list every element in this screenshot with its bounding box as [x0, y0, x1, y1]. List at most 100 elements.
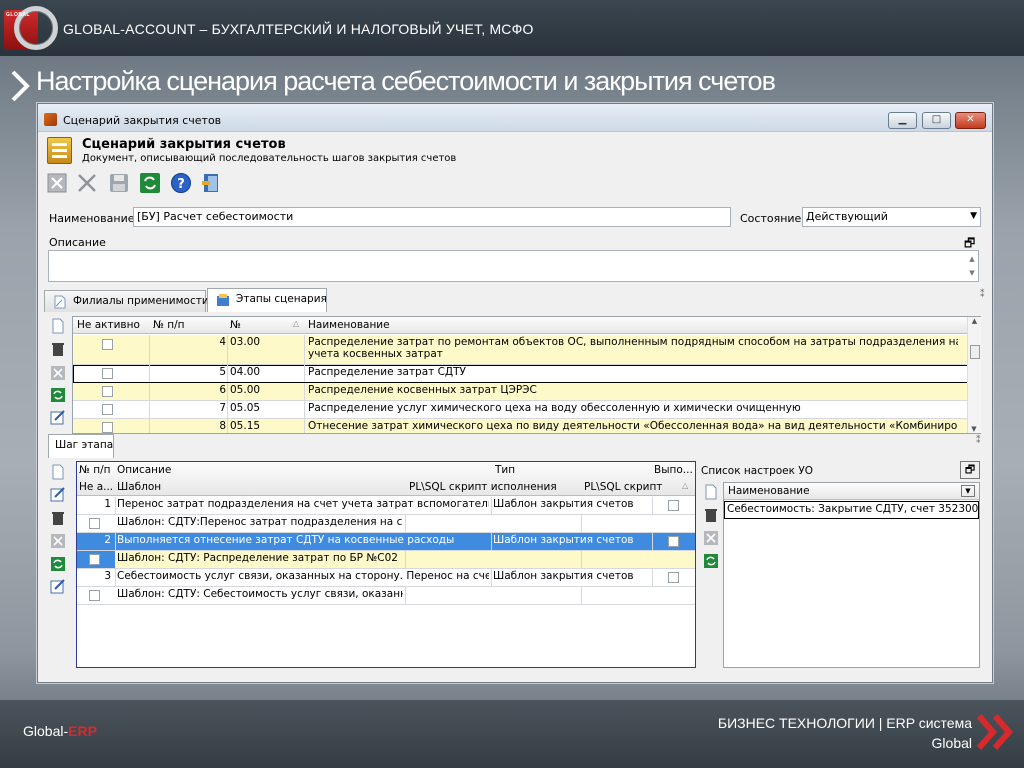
steps-grid: № п/п Описание Тип Выпо... Не а... Шабло…: [76, 461, 696, 668]
setting-row[interactable]: Себестоимость: Закрытие СДТУ, счет 35230…: [724, 501, 979, 519]
col-step-plsql-exec[interactable]: PL\SQL скрипт исполнения: [409, 481, 557, 493]
stage-name: Распределение затрат СДТУ: [308, 366, 466, 378]
step-seq: 2: [104, 534, 111, 546]
window-title-bar[interactable]: Сценарий закрытия счетов ▁ □ ✕: [38, 104, 992, 132]
chevron-down-icon[interactable]: ▼: [961, 485, 975, 497]
step-type: Шаблон закрытия счетов: [493, 534, 634, 546]
stage-seq: 4: [219, 336, 226, 348]
col-step-plsql2[interactable]: PL\SQL скрипт ...: [584, 481, 666, 493]
settings-grid: Наименование ▼ Себестоимость: Закрытие С…: [723, 482, 980, 668]
step-template-row[interactable]: Шаблон: СДТУ: Распределение затрат по БР…: [77, 551, 695, 569]
col-setting-name[interactable]: Наименование: [728, 485, 810, 497]
stage-name-cont: учета косвенных затрат: [308, 348, 443, 360]
stage-row[interactable]: 4 03.00 Распределение затрат по ремонтам о…: [73, 335, 968, 365]
settings-panel-title: Список настроек УО: [701, 465, 813, 477]
settings-panel-header: Список настроек УО 🗗: [699, 461, 981, 479]
col-step-desc[interactable]: Описание: [117, 464, 171, 476]
refresh-steps-icon[interactable]: [50, 556, 66, 572]
add-setting-icon[interactable]: [703, 484, 719, 500]
step-exec-checkbox[interactable]: [668, 572, 679, 583]
stage-row[interactable]: 6 05.00 Распределение косвенных затрат ЦЭР…: [73, 383, 968, 401]
trash-step-icon[interactable]: [50, 510, 66, 526]
trash-icon[interactable]: [50, 341, 66, 357]
col-inactive[interactable]: Не активно: [77, 319, 147, 331]
chevron-down-icon: ▼: [970, 211, 977, 221]
col-step-exec[interactable]: Выпо...: [654, 464, 694, 476]
edit-step-icon[interactable]: [50, 486, 66, 502]
step-row[interactable]: 2 Выполняется отнесение затрат СДТУ на ко…: [77, 533, 695, 551]
stages-scrollbar[interactable]: ▲ ▼: [967, 317, 981, 433]
refresh-settings-icon[interactable]: [703, 553, 719, 569]
footer-tagline: БИЗНЕС ТЕХНОЛОГИИ | ERP система Global: [718, 713, 972, 753]
maximize-button[interactable]: □: [922, 112, 951, 129]
step-inactive-checkbox[interactable]: [89, 518, 100, 529]
trash-setting-icon[interactable]: [703, 507, 719, 523]
col-seq[interactable]: № п/п: [153, 319, 223, 331]
col-step-inactive[interactable]: Не а...: [79, 481, 115, 493]
stage-num: 05.15: [230, 420, 261, 432]
col-step-seq[interactable]: № п/п: [79, 464, 111, 476]
col-name[interactable]: Наименование: [308, 319, 908, 331]
restore-panel-icon[interactable]: 🗗: [960, 461, 980, 479]
sort-asc-icon: △: [682, 481, 689, 490]
delete-icon[interactable]: [76, 172, 98, 194]
description-label: Описание: [49, 236, 106, 249]
footer-brand-accent: ERP: [68, 723, 97, 739]
edit-row-icon[interactable]: [50, 409, 66, 425]
cancel-edit-icon[interactable]: [46, 172, 68, 194]
state-select[interactable]: Действующий ▼: [802, 207, 981, 227]
steps-side-toolbar: [48, 462, 70, 594]
step-inactive-checkbox[interactable]: [89, 590, 100, 601]
help-icon[interactable]: ?: [170, 172, 192, 194]
step-type: Шаблон закрытия счетов: [493, 498, 634, 510]
step-row[interactable]: 3 Себестоимость услуг связи, оказанных на…: [77, 569, 695, 587]
stage-row[interactable]: 8 05.15 Отнесение затрат химического цеха …: [73, 419, 968, 433]
description-field[interactable]: [48, 250, 979, 282]
cancel-step-icon[interactable]: [50, 533, 66, 549]
page-icon: [54, 295, 66, 309]
lower-pin-icon[interactable]: ⁑: [976, 436, 981, 446]
cancel-row-icon[interactable]: [50, 365, 66, 381]
cancel-setting-icon[interactable]: [703, 530, 719, 546]
inactive-checkbox[interactable]: [102, 386, 113, 397]
stages-grid: Не активно № п/п № △ Наименование 4 03.00…: [72, 316, 981, 434]
step-template-row[interactable]: Шаблон: СДТУ: Себестоимость услуг связи,…: [77, 587, 695, 605]
col-step-template[interactable]: Шаблон: [117, 481, 161, 493]
col-step-type[interactable]: Тип: [495, 464, 515, 476]
stage-row[interactable]: 5 04.00 Распределение затрат СДТУ: [73, 365, 968, 383]
step-template-row[interactable]: Шаблон: СДТУ:Перенос затрат подразделени…: [77, 515, 695, 533]
footer-tagline-line2: Global: [931, 735, 972, 751]
add-step-icon[interactable]: [50, 464, 66, 480]
tab-step[interactable]: Шаг этапа: [48, 434, 114, 458]
add-row-icon[interactable]: [50, 318, 66, 334]
step-exec-checkbox[interactable]: [668, 500, 679, 511]
minimize-button[interactable]: ▁: [888, 112, 917, 129]
close-button[interactable]: ✕: [955, 112, 986, 129]
exit-icon[interactable]: [200, 172, 222, 194]
inactive-checkbox[interactable]: [102, 368, 113, 379]
inactive-checkbox[interactable]: [102, 404, 113, 415]
inactive-checkbox[interactable]: [102, 422, 113, 433]
edit-step2-icon[interactable]: [50, 578, 66, 594]
tab-branches[interactable]: Филиалы применимости: [44, 290, 209, 312]
footer-brand: Global-ERP: [23, 723, 97, 739]
name-field[interactable]: [БУ] Расчет себестоимости: [133, 207, 731, 227]
stage-name: Распределение косвенных затрат ЦЭРЭС: [308, 384, 537, 396]
stage-row[interactable]: 7 05.05 Распределение услуг химического це…: [73, 401, 968, 419]
stages-side-toolbar: [48, 316, 70, 436]
footer-brand-prefix: Global-: [23, 723, 69, 739]
step-inactive-checkbox[interactable]: [89, 554, 100, 565]
refresh-icon[interactable]: [139, 172, 161, 194]
col-num[interactable]: №: [230, 319, 290, 331]
step-exec-checkbox[interactable]: [668, 536, 679, 547]
description-scrollbar[interactable]: ▲ ▼: [966, 252, 978, 280]
tab-stages[interactable]: Этапы сценария: [207, 288, 327, 312]
document-title: Сценарий закрытия счетов: [82, 137, 286, 152]
refresh-rows-icon[interactable]: [50, 387, 66, 403]
upper-pin-icon[interactable]: ⁑: [980, 290, 985, 300]
step-row[interactable]: 1 Перенос затрат подразделения на счет уч…: [77, 497, 695, 515]
stage-num: 04.00: [230, 366, 261, 378]
inactive-checkbox[interactable]: [102, 339, 113, 350]
scenario-window: Сценарий закрытия счетов ▁ □ ✕ Сценарий …: [37, 103, 993, 683]
save-icon[interactable]: [108, 172, 130, 194]
